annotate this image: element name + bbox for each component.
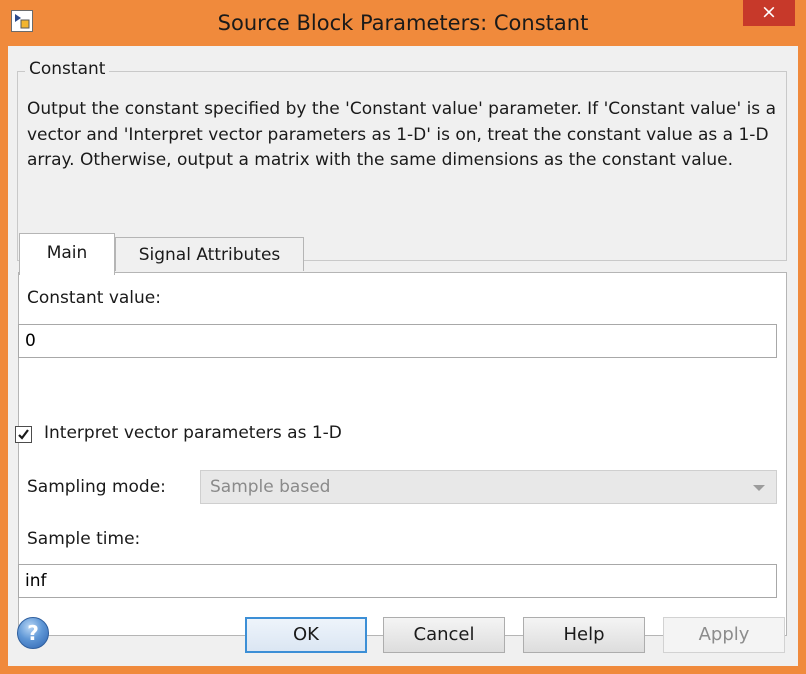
tab-strip: Main Signal Attributes	[17, 233, 787, 275]
tab-main[interactable]: Main	[19, 233, 115, 275]
close-button[interactable]: ×	[743, 0, 795, 26]
sample-time-input[interactable]: inf	[18, 564, 777, 598]
chevron-down-icon	[753, 485, 765, 491]
cancel-button[interactable]: Cancel	[383, 617, 505, 653]
sampling-mode-label: Sampling mode:	[27, 477, 166, 497]
title-bar: Source Block Parameters: Constant ×	[0, 0, 806, 46]
checkmark-icon	[18, 429, 29, 440]
question-mark-icon[interactable]: ?	[17, 617, 49, 649]
interpret-vector-label: Interpret vector parameters as 1-D	[44, 423, 342, 443]
interpret-vector-checkbox[interactable]	[15, 426, 32, 443]
tab-signal-attributes[interactable]: Signal Attributes	[115, 237, 304, 271]
apply-button[interactable]: Apply	[663, 617, 785, 653]
block-description: Output the constant specified by the 'Co…	[27, 99, 776, 170]
sampling-mode-select: Sample based	[200, 470, 777, 504]
dialog-window: Source Block Parameters: Constant × Cons…	[0, 0, 806, 674]
ok-button[interactable]: OK	[245, 617, 367, 653]
groupbox-label: Constant	[25, 59, 110, 79]
sample-time-label: Sample time:	[27, 529, 141, 549]
constant-value-input[interactable]: 0	[18, 324, 777, 358]
constant-value-label: Constant value:	[27, 288, 161, 308]
help-button[interactable]: Help	[523, 617, 645, 653]
sampling-mode-value: Sample based	[210, 477, 331, 497]
window-title: Source Block Parameters: Constant	[217, 11, 589, 35]
dialog-client-area: Constant Output the constant specified b…	[8, 46, 798, 666]
